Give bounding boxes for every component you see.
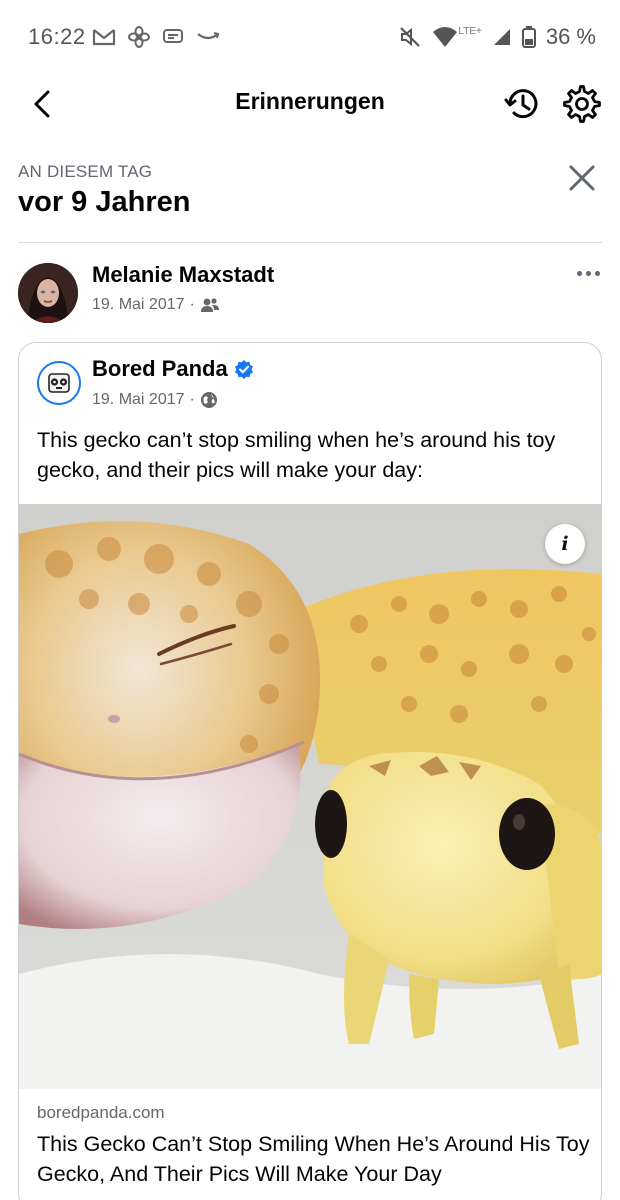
signal-icon: [493, 29, 510, 45]
gmail-icon: [92, 29, 116, 46]
amazon-icon: [197, 32, 220, 40]
close-button[interactable]: [560, 156, 604, 200]
shared-post-card[interactable]: Bored Panda 19. Mai 2017 · This gecko ca…: [18, 342, 602, 1200]
shared-post-text: This gecko can’t stop smiling when he’s …: [37, 428, 556, 482]
section-divider: [18, 242, 602, 243]
dot-icon: [594, 270, 600, 276]
battery-percentage: 36 %: [545, 24, 596, 49]
memories-label: AN DIESEM TAG: [18, 162, 153, 181]
memories-heading: vor 9 Jahren: [18, 186, 191, 218]
friends-icon: [200, 298, 219, 312]
history-button[interactable]: [500, 82, 544, 126]
settings-button[interactable]: [560, 82, 604, 126]
history-icon: [504, 89, 538, 119]
more-options-button[interactable]: [570, 258, 606, 288]
author-avatar[interactable]: [18, 263, 78, 323]
gear-icon: [563, 85, 601, 123]
dot-icon: [576, 270, 582, 276]
status-time: 16:22: [28, 24, 86, 49]
status-notification-icons: [92, 26, 220, 48]
page-name-label: Bored Panda: [92, 356, 228, 381]
post-date[interactable]: 19. Mai 2017: [92, 296, 185, 314]
dot-icon: [585, 270, 591, 276]
info-button[interactable]: i: [545, 524, 585, 564]
shared-post-meta: 19. Mai 2017 ·: [92, 391, 218, 409]
status-system-icons: LTE+ 36 %: [398, 24, 596, 50]
gecko-photo[interactable]: i: [19, 504, 601, 1089]
author-name[interactable]: Melanie Maxstadt: [92, 262, 274, 288]
meta-separator: ·: [189, 391, 195, 408]
status-bar: 16:22 LTE+ 36 %: [0, 0, 620, 80]
link-domain[interactable]: boredpanda.com: [37, 1103, 165, 1123]
page-name[interactable]: Bored Panda: [92, 356, 254, 382]
app-header: Erinnerungen: [0, 72, 620, 136]
close-icon: [569, 165, 595, 191]
page-avatar[interactable]: [37, 361, 81, 405]
message-icon: [163, 29, 183, 43]
post-meta: 19. Mai 2017 ·: [92, 296, 220, 314]
meta-separator: ·: [189, 296, 195, 313]
mute-icon: [400, 27, 421, 47]
verified-badge-icon: [234, 360, 253, 379]
network-type-label: LTE+: [458, 25, 482, 37]
globe-icon: [200, 392, 217, 408]
shared-post-date[interactable]: 19. Mai 2017: [92, 391, 185, 409]
fan-icon: [128, 26, 150, 48]
battery-icon: [521, 26, 536, 48]
link-title[interactable]: This Gecko Can’t Stop Smiling When He’s …: [37, 1129, 593, 1189]
wifi-icon: [433, 27, 458, 47]
